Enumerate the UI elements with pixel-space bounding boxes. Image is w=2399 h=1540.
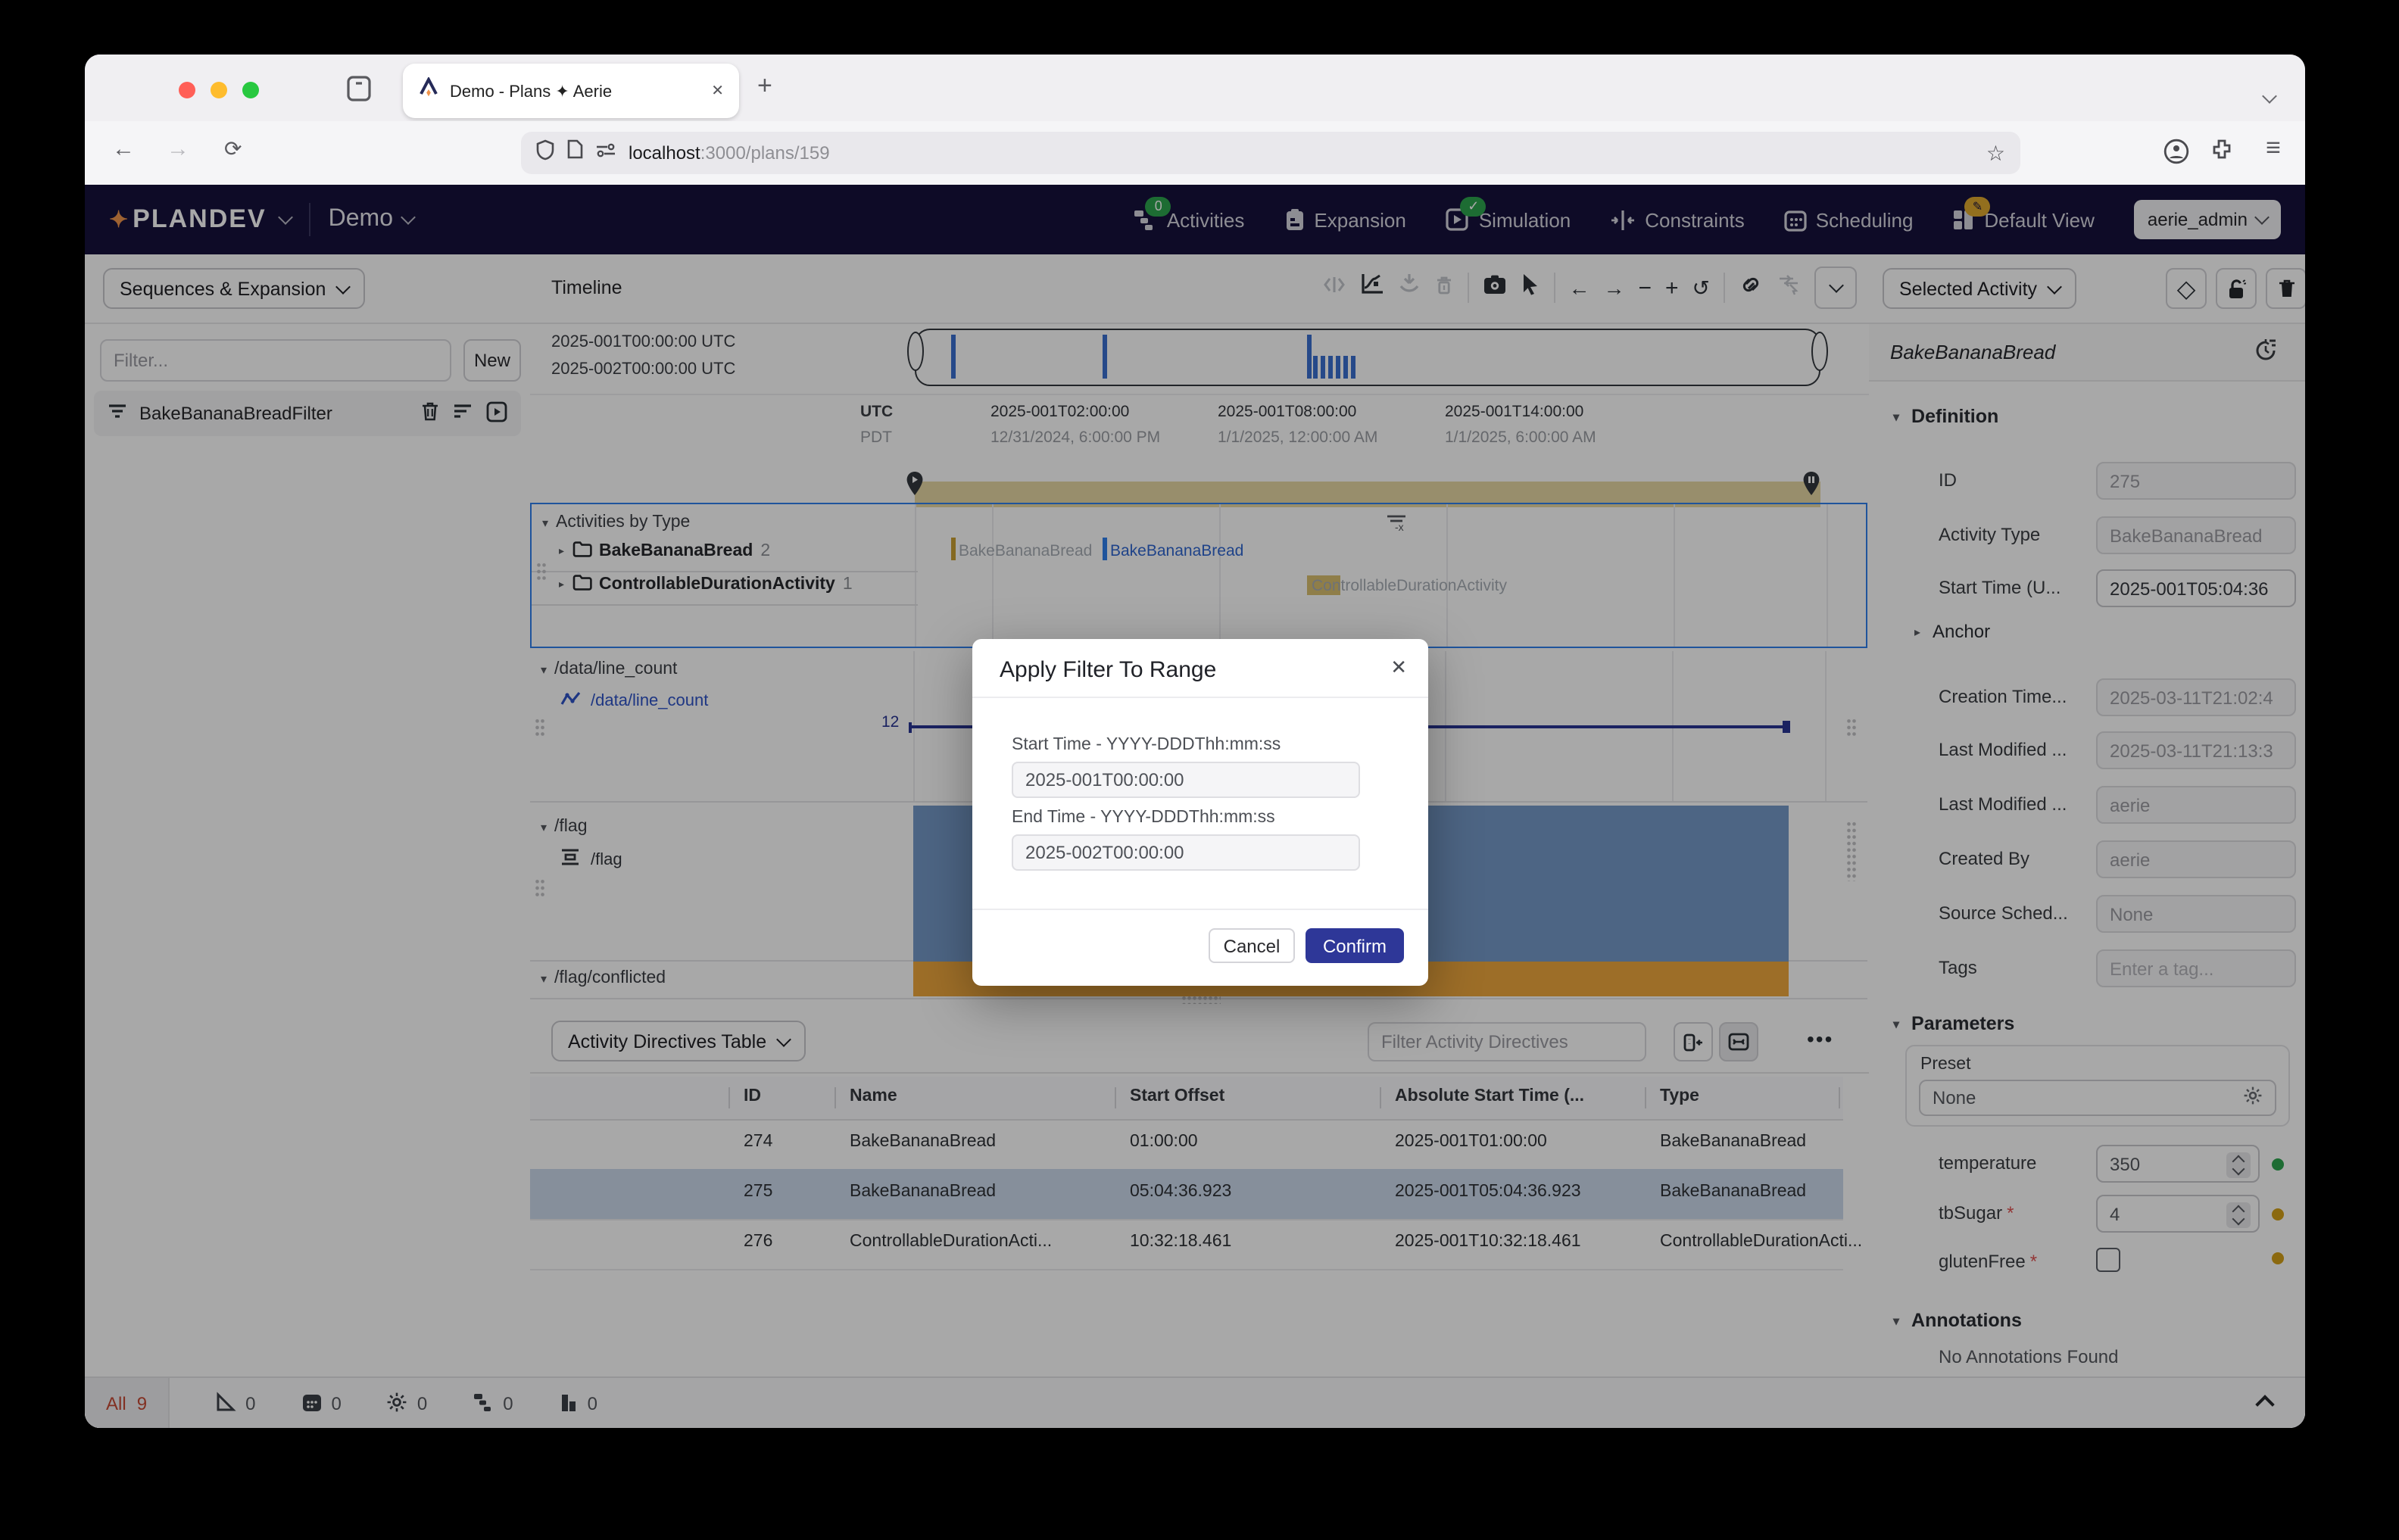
url-text: localhost:3000/plans/159 [629,142,830,164]
browser-window: Demo - Plans ✦ Aerie ✕ + ← → ⟳ localhost… [85,55,2305,1428]
desktop: Demo - Plans ✦ Aerie ✕ + ← → ⟳ localhost… [0,0,2399,1540]
start-time-label: Start Time - YYYY-DDDThh:mm:ss [1012,736,1281,754]
apply-filter-modal: Apply Filter To Range ✕ Start Time - YYY… [972,639,1428,986]
start-time-input[interactable]: 2025-001T00:00:00 [1012,762,1360,798]
favicon-aerie [418,76,439,105]
cancel-button[interactable]: Cancel [1209,928,1295,963]
extensions-icon[interactable] [2210,138,2235,171]
end-time-input[interactable]: 2025-002T00:00:00 [1012,834,1360,871]
tab-list-chevron-icon[interactable] [2264,82,2275,109]
close-tab-icon[interactable]: ✕ [711,83,724,99]
close-window-button[interactable] [179,82,195,98]
forward-button[interactable]: → [167,136,189,162]
new-tab-button[interactable]: + [757,71,772,101]
profile-icon[interactable] [2163,138,2190,173]
app-page: ✦PLANDEV Demo 0 Activities Expansion [85,185,2305,1428]
browser-titlebar: Demo - Plans ✦ Aerie ✕ + [85,55,2305,123]
modal-title: Apply Filter To Range [1000,657,1216,683]
back-button[interactable]: ← [112,136,135,162]
shield-icon[interactable] [536,139,554,167]
reload-button[interactable]: ⟳ [224,136,242,162]
maximize-window-button[interactable] [242,82,259,98]
confirm-button[interactable]: Confirm [1306,928,1404,963]
tab-overview-icon[interactable] [345,73,373,111]
url-field[interactable]: localhost:3000/plans/159 ☆ [521,132,2020,174]
tune-icon[interactable] [595,139,616,167]
modal-close-icon[interactable]: ✕ [1390,656,1407,680]
browser-tab[interactable]: Demo - Plans ✦ Aerie ✕ [403,64,739,118]
menu-icon[interactable]: ≡ [2266,133,2281,164]
tab-title: Demo - Plans ✦ Aerie [450,81,711,101]
end-time-label: End Time - YYYY-DDDThh:mm:ss [1012,809,1275,827]
page-info-icon[interactable] [566,139,583,167]
bookmark-star-icon[interactable]: ☆ [1986,140,2005,166]
browser-addressbar: ← → ⟳ localhost:3000/plans/159 ☆ ≡ [85,121,2305,186]
minimize-window-button[interactable] [211,82,227,98]
